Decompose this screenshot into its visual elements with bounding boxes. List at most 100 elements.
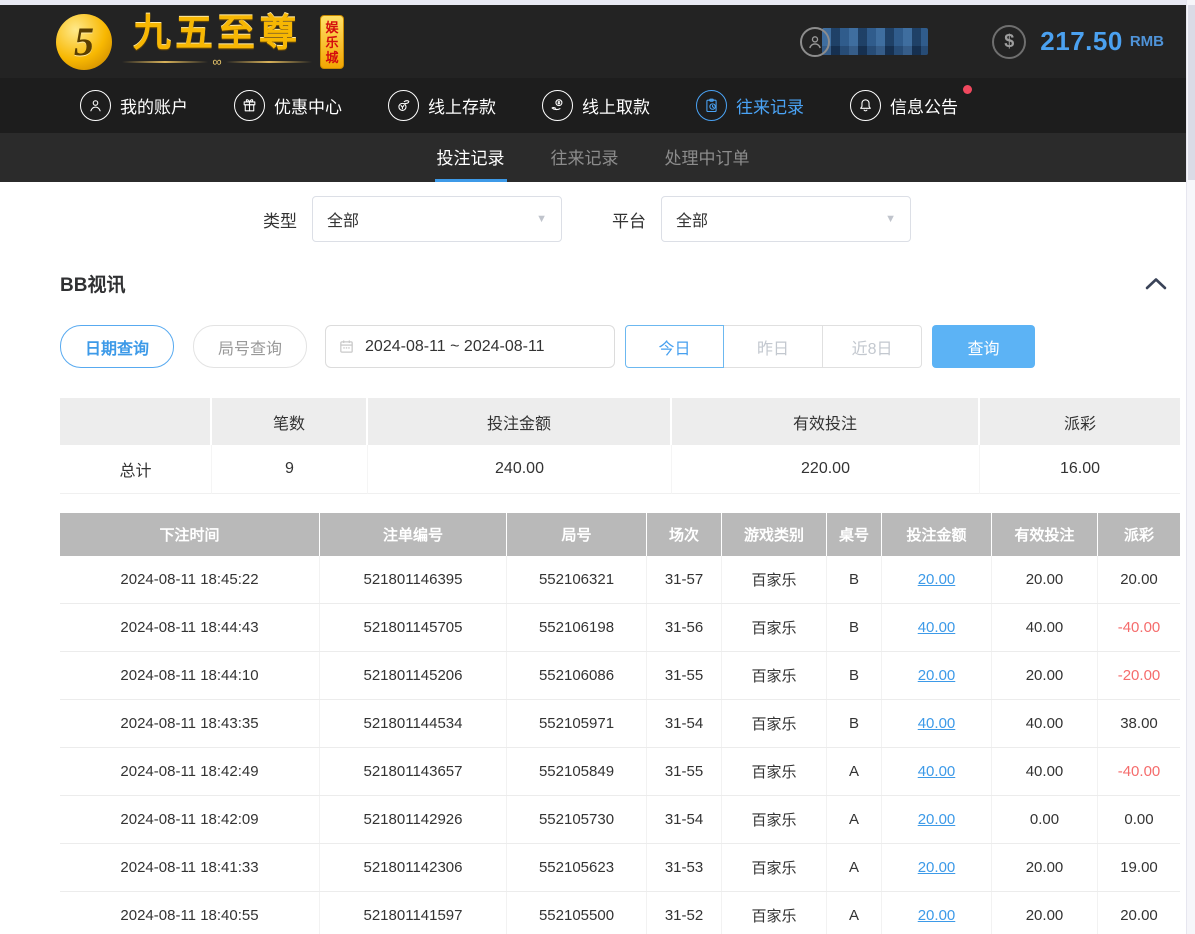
table-cell: 2024-08-11 18:44:43	[60, 604, 320, 651]
table-cell: 552106086	[507, 652, 647, 699]
table-cell: 40.00	[992, 748, 1098, 795]
platform-select[interactable]: 全部 ▼	[661, 196, 911, 242]
section-title: BB视讯	[60, 270, 125, 297]
table-cell: -20.00	[1098, 652, 1180, 699]
bet-amount-link[interactable]: 20.00	[882, 796, 992, 843]
type-select-value: 全部	[327, 207, 359, 231]
table-cell: 2024-08-11 18:40:55	[60, 892, 320, 934]
table-cell: 31-57	[647, 556, 722, 603]
table-cell: 20.00	[992, 844, 1098, 891]
summary-header-cell: 派彩	[980, 398, 1180, 445]
table-row: 2024-08-11 18:44:10521801145206552106086…	[60, 652, 1180, 700]
table-cell: 521801141597	[320, 892, 507, 934]
bet-amount-link[interactable]: 40.00	[882, 700, 992, 747]
tab-transaction-records[interactable]: 往来记录	[549, 133, 621, 182]
scrollbar[interactable]	[1186, 0, 1195, 934]
deposit-icon	[388, 90, 419, 121]
table-row: 2024-08-11 18:42:49521801143657552105849…	[60, 748, 1180, 796]
table-cell: 40.00	[992, 700, 1098, 747]
table-row: 2024-08-11 18:41:33521801142306552105623…	[60, 844, 1180, 892]
nav-item-my-account[interactable]: 我的账户	[80, 90, 188, 121]
nav-item-promotions[interactable]: 优惠中心	[234, 90, 342, 121]
table-cell: 521801145206	[320, 652, 507, 699]
bet-amount-link[interactable]: 40.00	[882, 748, 992, 795]
table-cell: 2024-08-11 18:43:35	[60, 700, 320, 747]
table-cell: A	[827, 844, 882, 891]
round-query-button[interactable]: 局号查询	[193, 325, 307, 368]
nav-item-transaction-records[interactable]: 往来记录	[696, 90, 804, 121]
nav-item-announcements[interactable]: 信息公告	[850, 90, 958, 121]
site-logo[interactable]: 5 九五至尊 ∞ 娱 乐 城	[56, 14, 344, 70]
type-filter-label: 类型	[263, 207, 297, 232]
nav-item-deposit[interactable]: 线上存款	[388, 90, 496, 121]
bet-amount-link[interactable]: 20.00	[882, 556, 992, 603]
last-8-days-button[interactable]: 近8日	[823, 325, 922, 368]
notification-dot	[963, 85, 972, 94]
bet-amount-link[interactable]: 20.00	[882, 844, 992, 891]
table-cell: B	[827, 556, 882, 603]
table-cell: 2024-08-11 18:42:49	[60, 748, 320, 795]
query-controls: 日期查询 局号查询 2024-08-11 ~ 2024-08-11 今日 昨日 …	[60, 325, 1195, 368]
platform-filter-label: 平台	[612, 207, 646, 232]
chevron-up-icon[interactable]	[1144, 276, 1168, 291]
nav-item-label: 线上取款	[582, 93, 650, 118]
table-cell: 百家乐	[722, 748, 827, 795]
table-cell: 31-55	[647, 748, 722, 795]
table-cell: -40.00	[1098, 748, 1180, 795]
table-cell: 31-56	[647, 604, 722, 651]
filter-row: 类型 全部 ▼ 平台 全部 ▼	[0, 196, 1195, 242]
date-query-button[interactable]: 日期查询	[60, 325, 174, 368]
balance-coin-icon: $	[992, 25, 1026, 59]
quick-range-group: 今日 昨日 近8日	[625, 325, 922, 368]
user-area: $ 217.50 RMB	[800, 25, 1164, 59]
table-cell: -40.00	[1098, 604, 1180, 651]
type-select[interactable]: 全部 ▼	[312, 196, 562, 242]
table-cell: 0.00	[1098, 796, 1180, 843]
brand-emblem-icon: 5	[56, 14, 112, 70]
table-cell: 552106321	[507, 556, 647, 603]
summary-table: 笔数 投注金额 有效投注 派彩 总计 9 240.00 220.00 16.00	[60, 398, 1180, 494]
table-cell: 百家乐	[722, 892, 827, 934]
tab-pending-orders[interactable]: 处理中订单	[663, 133, 752, 182]
table-row: 2024-08-11 18:42:09521801142926552105730…	[60, 796, 1180, 844]
table-row: 2024-08-11 18:45:22521801146395552106321…	[60, 556, 1180, 604]
table-cell: 百家乐	[722, 556, 827, 603]
bet-table-body: 2024-08-11 18:45:22521801146395552106321…	[60, 556, 1180, 934]
summary-cell: 总计	[60, 445, 212, 494]
table-cell: 2024-08-11 18:42:09	[60, 796, 320, 843]
table-cell: 552105500	[507, 892, 647, 934]
tab-bet-records[interactable]: 投注记录	[435, 133, 507, 182]
summary-cell: 9	[212, 445, 368, 494]
brand-name: 九五至尊	[133, 15, 301, 53]
badge-char: 娱	[325, 20, 338, 35]
table-cell: 31-54	[647, 796, 722, 843]
table-cell: 百家乐	[722, 844, 827, 891]
gift-icon	[234, 90, 265, 121]
platform-select-value: 全部	[676, 207, 708, 231]
summary-cell: 220.00	[672, 445, 980, 494]
records-icon	[696, 90, 727, 121]
browser-top-strip	[0, 0, 1195, 5]
bet-amount-link[interactable]: 20.00	[882, 892, 992, 934]
date-range-value: 2024-08-11 ~ 2024-08-11	[365, 338, 545, 356]
today-button[interactable]: 今日	[625, 325, 724, 368]
table-cell: A	[827, 796, 882, 843]
yesterday-button[interactable]: 昨日	[724, 325, 823, 368]
username-redacted[interactable]	[822, 28, 928, 55]
bet-amount-link[interactable]: 40.00	[882, 604, 992, 651]
scrollbar-thumb[interactable]	[1188, 5, 1195, 180]
table-cell: 38.00	[1098, 700, 1180, 747]
search-button[interactable]: 查询	[932, 325, 1035, 368]
summary-total-row: 总计 9 240.00 220.00 16.00	[60, 445, 1180, 494]
table-row: 2024-08-11 18:44:43521801145705552106198…	[60, 604, 1180, 652]
nav-item-withdraw[interactable]: 线上取款	[542, 90, 650, 121]
chevron-down-icon: ▼	[536, 213, 547, 225]
table-header-cell: 场次	[647, 513, 722, 556]
bet-amount-link[interactable]: 20.00	[882, 652, 992, 699]
table-cell: 521801142926	[320, 796, 507, 843]
balance-currency: RMB	[1130, 33, 1164, 50]
table-cell: B	[827, 652, 882, 699]
date-range-input[interactable]: 2024-08-11 ~ 2024-08-11	[325, 325, 615, 368]
summary-header-cell: 有效投注	[672, 398, 980, 445]
table-cell: 百家乐	[722, 796, 827, 843]
